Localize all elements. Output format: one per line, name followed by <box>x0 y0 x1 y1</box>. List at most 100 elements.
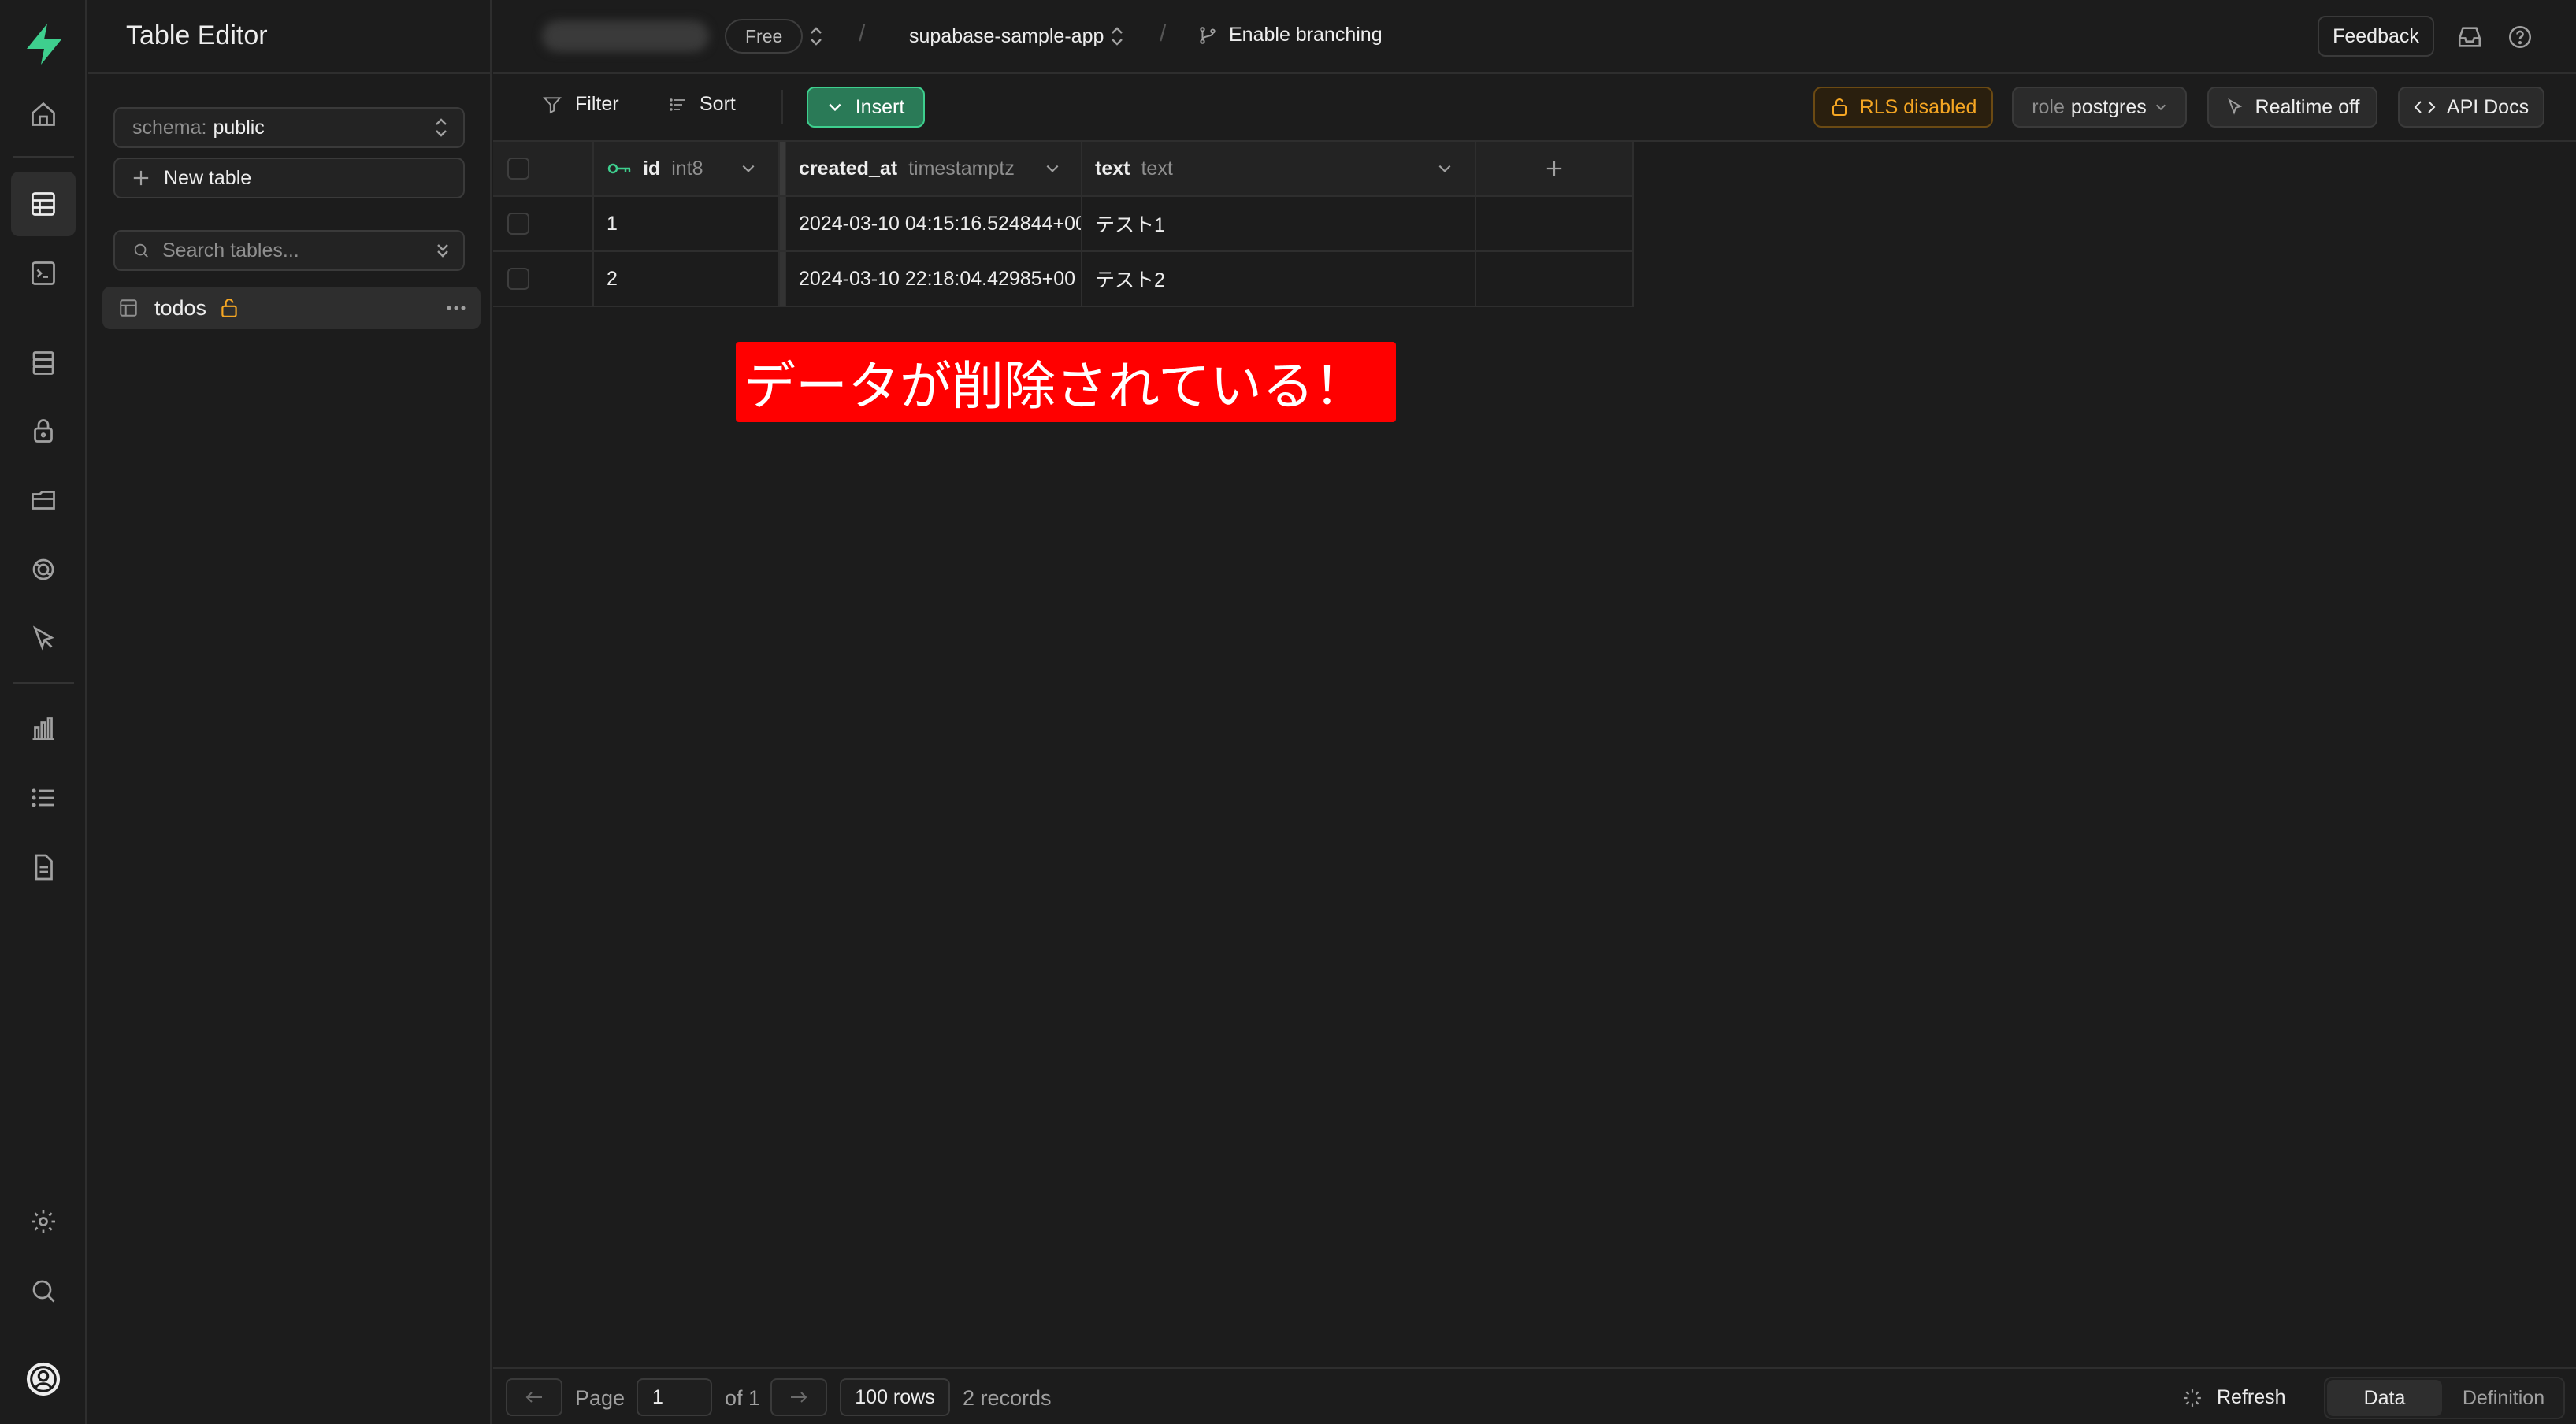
home-icon[interactable] <box>11 82 76 146</box>
row-checkbox-cell[interactable] <box>493 252 594 307</box>
column-header-created-at[interactable]: created_at timestamptz <box>786 142 1082 197</box>
page-number-input[interactable]: 1 <box>637 1378 712 1416</box>
cell-id[interactable]: 1 <box>594 197 780 252</box>
chevrons-updown-icon <box>433 118 449 137</box>
realtime-icon[interactable] <box>11 606 76 671</box>
insert-button[interactable]: Insert <box>807 87 925 128</box>
schema-value: public <box>213 116 265 139</box>
project-name[interactable]: supabase-sample-app <box>909 25 1104 48</box>
filter-label: Filter <box>575 93 619 115</box>
column-name: id <box>643 157 661 180</box>
org-switcher-icon[interactable] <box>808 27 824 46</box>
edge-functions-icon[interactable] <box>11 537 76 602</box>
organization-name-blurred[interactable] <box>542 20 709 52</box>
tab-data[interactable]: Data <box>2327 1380 2442 1416</box>
reports-icon[interactable] <box>11 696 76 761</box>
grid-toolbar: Filter Sort Insert RLS disabled role pos… <box>493 74 2576 142</box>
branching-label: Enable branching <box>1229 24 1383 46</box>
column-type: timestamptz <box>908 157 1015 180</box>
supabase-logo-icon[interactable] <box>24 22 65 66</box>
role-selector[interactable]: role postgres <box>2012 87 2187 128</box>
chevron-down-icon <box>2155 102 2167 112</box>
api-docs-button[interactable]: API Docs <box>2398 87 2544 128</box>
page-label: Page <box>575 1386 625 1410</box>
search-icon <box>132 242 150 259</box>
nav-rail <box>0 0 87 1424</box>
cell-text[interactable]: テスト1 <box>1082 197 1476 252</box>
inbox-icon[interactable] <box>2456 24 2483 50</box>
breadcrumb-separator: / <box>859 20 866 46</box>
git-branch-icon <box>1197 24 1218 46</box>
column-type: int8 <box>671 157 703 180</box>
chevron-down-icon[interactable] <box>1045 163 1060 174</box>
project-switcher-icon[interactable] <box>1109 27 1125 46</box>
top-bar: Free / supabase-sample-app / Enable bran… <box>493 0 2576 74</box>
rls-label: RLS disabled <box>1859 95 1977 118</box>
page-title: Table Editor <box>126 20 268 50</box>
table-sidebar: Table Editor schema: public New table Se… <box>88 0 492 1424</box>
plus-icon <box>132 169 150 187</box>
user-avatar-icon[interactable] <box>11 1347 76 1411</box>
storage-icon[interactable] <box>11 468 76 532</box>
sql-editor-icon[interactable] <box>11 241 76 306</box>
schema-prefix: schema: <box>132 116 207 139</box>
realtime-off-button[interactable]: Realtime off <box>2207 87 2377 128</box>
api-docs-nav-icon[interactable] <box>11 835 76 899</box>
table-editor-icon[interactable] <box>11 172 76 236</box>
plan-badge: Free <box>725 19 804 54</box>
cell-created-at[interactable]: 2024-03-10 04:15:16.524844+00 <box>786 197 1082 252</box>
search-tables-input[interactable]: Search tables... <box>113 230 465 271</box>
sort-label: Sort <box>700 93 736 115</box>
pagination-footer: Page 1 of 1 100 rows 2 records Refresh D… <box>493 1367 2576 1424</box>
page-count-label: of 1 <box>725 1386 761 1410</box>
api-docs-label: API Docs <box>2446 95 2530 118</box>
feedback-button[interactable]: Feedback <box>2318 16 2434 57</box>
column-header-text[interactable]: text text <box>1082 142 1476 197</box>
settings-gear-icon[interactable] <box>11 1189 76 1254</box>
filter-chevrons-icon[interactable] <box>435 242 451 259</box>
chevron-down-icon[interactable] <box>1437 163 1453 174</box>
prev-page-button[interactable] <box>506 1378 562 1416</box>
view-toggle: Data Definition <box>2324 1377 2565 1419</box>
tab-definition[interactable]: Definition <box>2444 1380 2563 1416</box>
refresh-label: Refresh <box>2217 1386 2286 1408</box>
rls-disabled-button[interactable]: RLS disabled <box>1813 87 1993 128</box>
chevron-down-icon[interactable] <box>741 163 756 174</box>
cell-id[interactable]: 2 <box>594 252 780 307</box>
next-page-button[interactable] <box>770 1378 827 1416</box>
role-prefix: role <box>2032 95 2065 118</box>
primary-key-icon <box>607 161 632 176</box>
logs-icon[interactable] <box>11 766 76 830</box>
cell-text[interactable]: テスト2 <box>1082 252 1476 307</box>
schema-selector[interactable]: schema: public <box>113 107 465 148</box>
chevron-down-icon <box>827 102 843 113</box>
select-all-checkbox-cell[interactable] <box>493 142 594 197</box>
column-header-id[interactable]: id int8 <box>594 142 780 197</box>
row-checkbox-cell[interactable] <box>493 197 594 252</box>
new-table-button[interactable]: New table <box>113 158 465 198</box>
search-icon[interactable] <box>11 1259 76 1323</box>
cell-created-at[interactable]: 2024-03-10 22:18:04.42985+00 <box>786 252 1082 307</box>
records-count: 2 records <box>963 1386 1052 1410</box>
enable-branching-button[interactable]: Enable branching <box>1197 24 1383 46</box>
rows-per-page-selector[interactable]: 100 rows <box>840 1378 950 1416</box>
row-checkbox[interactable] <box>507 213 529 235</box>
more-options-icon[interactable] <box>446 305 466 311</box>
select-all-checkbox[interactable] <box>507 158 529 180</box>
filter-button[interactable]: Filter <box>542 93 619 116</box>
add-column-button[interactable] <box>1476 142 1634 197</box>
help-icon[interactable] <box>2507 24 2533 50</box>
sort-button[interactable]: Sort <box>668 93 736 116</box>
empty-cell <box>1476 252 1634 307</box>
database-icon[interactable] <box>11 331 76 395</box>
sidebar-item-todos[interactable]: todos <box>102 287 481 329</box>
table-icon <box>118 298 139 318</box>
row-checkbox[interactable] <box>507 268 529 290</box>
column-type: text <box>1141 157 1173 180</box>
auth-lock-icon[interactable] <box>11 399 76 463</box>
cursor-pointer-icon <box>2225 98 2244 117</box>
realtime-label: Realtime off <box>2255 95 2360 118</box>
refresh-button[interactable]: Refresh <box>2182 1386 2286 1409</box>
code-brackets-icon <box>2414 99 2436 115</box>
unlocked-icon <box>219 297 239 319</box>
